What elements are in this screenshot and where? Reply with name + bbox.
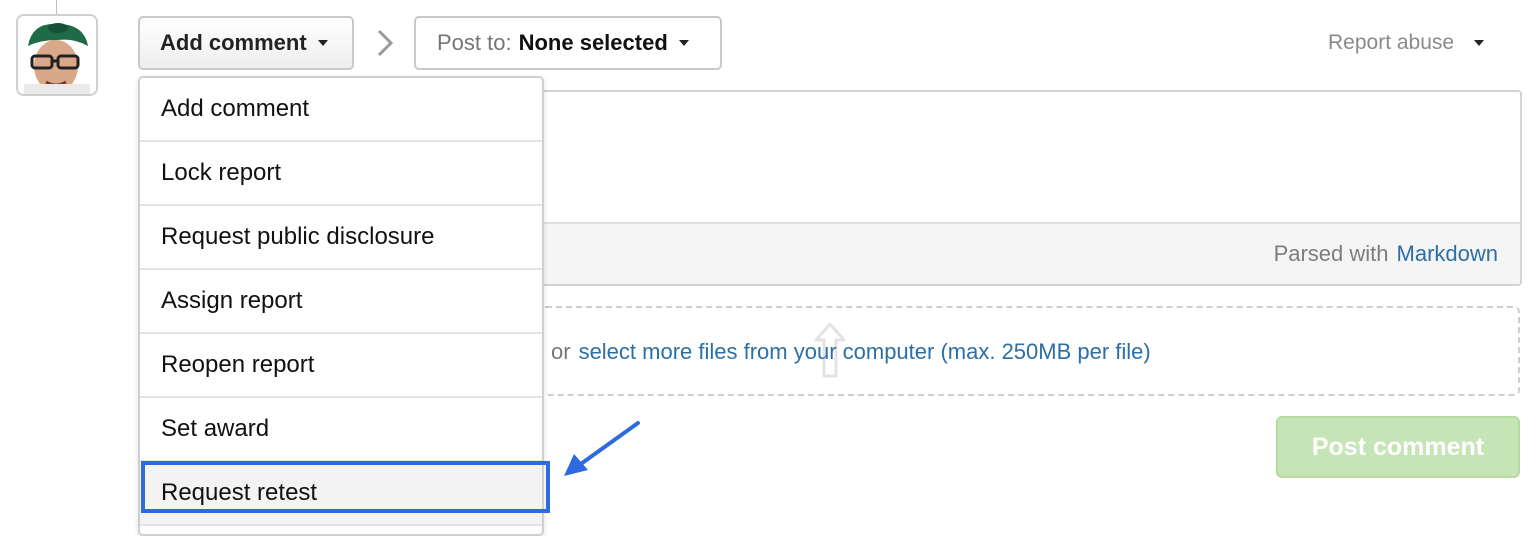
markdown-link[interactable]: Markdown [1397, 241, 1498, 267]
menu-item-set-award[interactable]: Set award [140, 398, 542, 462]
post-to-value: None selected [518, 30, 668, 55]
chevron-right-icon [377, 29, 394, 57]
user-avatar[interactable] [16, 14, 98, 96]
menu-item-assign-report[interactable]: Assign report [140, 270, 542, 334]
caret-down-icon [1474, 40, 1485, 46]
menu-item-add-comment[interactable]: Add comment [140, 78, 542, 142]
select-files-link[interactable]: select more files from your computer (ma… [579, 339, 1151, 365]
post-to-label: Post to: [437, 30, 512, 55]
annotation-highlight-box [141, 461, 550, 513]
action-type-dropdown[interactable]: Add comment [138, 16, 354, 70]
avatar-image [18, 16, 96, 94]
post-to-dropdown[interactable]: Post to: None selected [414, 16, 722, 70]
post-comment-button[interactable]: Post comment [1276, 416, 1520, 478]
action-type-label: Add comment [160, 30, 307, 55]
caret-down-icon [678, 40, 689, 46]
menu-item-lock-report[interactable]: Lock report [140, 142, 542, 206]
menu-item-request-public-disclosure[interactable]: Request public disclosure [140, 206, 542, 270]
menu-item-reopen-report[interactable]: Reopen report [140, 334, 542, 398]
attachment-instructions: or select more files from your computer … [551, 336, 1151, 368]
editor-footer: Parsed with Markdown [542, 222, 1520, 284]
caret-down-icon [317, 40, 328, 46]
report-abuse-label: Report abuse [1328, 31, 1455, 54]
parsed-with-text: Parsed with [1273, 241, 1389, 266]
or-text: or [551, 339, 571, 364]
report-abuse-dropdown[interactable]: Report abuse [1328, 28, 1485, 58]
timeline-line [56, 0, 57, 14]
arrow-icon [564, 421, 640, 476]
